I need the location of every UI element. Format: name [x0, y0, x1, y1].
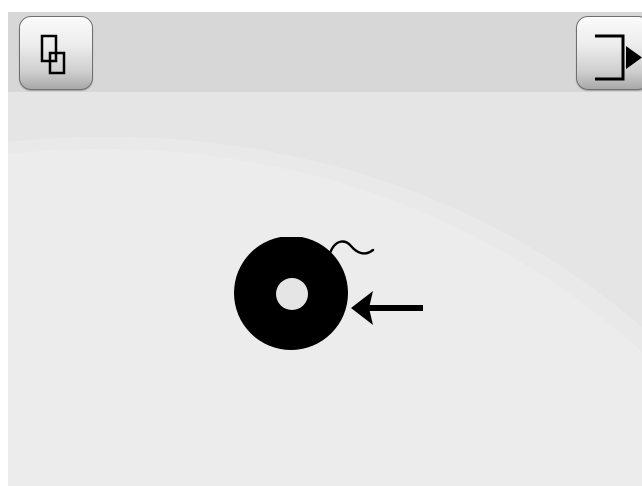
- duplicate-button[interactable]: [19, 16, 93, 90]
- load-filament-illustration: [234, 237, 423, 350]
- exit-icon: [595, 34, 642, 81]
- insert-arrow-icon: [351, 291, 423, 325]
- filament-spool-icon: [234, 237, 375, 350]
- exit-button[interactable]: [576, 16, 642, 90]
- printer-screen: [0, 0, 642, 486]
- duplicate-icon: [40, 34, 66, 75]
- display-area: [8, 12, 642, 486]
